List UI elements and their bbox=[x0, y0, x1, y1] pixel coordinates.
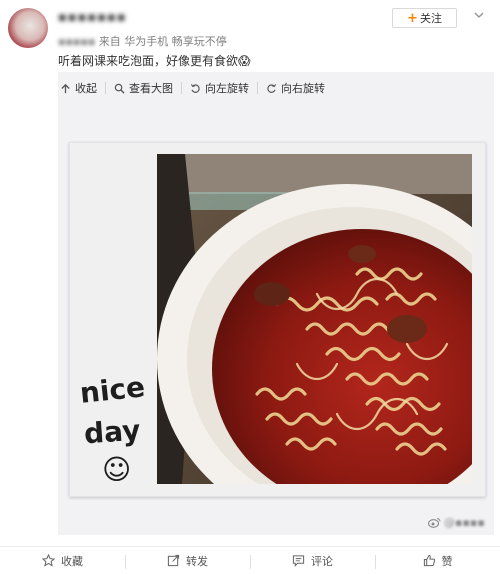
post-time: ▪▪▪▪▪ bbox=[58, 35, 96, 48]
chevron-down-icon[interactable] bbox=[472, 8, 486, 22]
noodle-bowl-image bbox=[157, 154, 472, 484]
media-toolbar: 收起 查看大图 向左旋转 向右旋转 bbox=[58, 80, 333, 96]
caption-nice: nice bbox=[78, 371, 146, 410]
rotate-left-label: 向左旋转 bbox=[205, 82, 249, 95]
repost-icon bbox=[167, 554, 180, 567]
comment-button[interactable]: 评论 bbox=[250, 553, 375, 569]
rotate-right-icon bbox=[267, 83, 277, 93]
collapse-button[interactable]: 收起 bbox=[58, 80, 105, 96]
rotate-right-button[interactable]: 向右旋转 bbox=[258, 80, 333, 96]
thumbs-up-icon bbox=[423, 554, 435, 567]
post-text: 听着网课来吃泡面，好像更有食欲😱 bbox=[58, 54, 251, 68]
media-panel: 收起 查看大图 向左旋转 向右旋转 nice day ☺ @▪▪▪▪ bbox=[58, 72, 494, 535]
caption-day: day bbox=[83, 413, 141, 450]
post-source[interactable]: 来自 华为手机 畅享玩不停 bbox=[99, 35, 227, 48]
comment-label: 评论 bbox=[311, 554, 333, 568]
zoom-icon bbox=[114, 83, 125, 94]
post-meta: ▪▪▪▪▪ 来自 华为手机 畅享玩不停 bbox=[58, 33, 227, 49]
rotate-right-label: 向右旋转 bbox=[281, 82, 325, 95]
star-icon bbox=[42, 554, 55, 567]
favorite-button[interactable]: 收藏 bbox=[0, 553, 125, 569]
watermark-text: @▪▪▪▪ bbox=[444, 516, 485, 529]
plus-icon: + bbox=[407, 10, 418, 26]
repost-button[interactable]: 转发 bbox=[125, 553, 250, 569]
like-button[interactable]: 赞 bbox=[375, 553, 500, 569]
weibo-icon bbox=[428, 518, 441, 528]
collapse-label: 收起 bbox=[75, 82, 97, 95]
comment-icon bbox=[292, 555, 305, 567]
repost-label: 转发 bbox=[186, 554, 208, 568]
caption-art: nice day ☺ bbox=[78, 370, 146, 486]
action-bar: 收藏 转发 评论 赞 bbox=[0, 546, 500, 574]
like-label: 赞 bbox=[441, 554, 453, 568]
follow-label: 关注 bbox=[419, 12, 442, 25]
rotate-left-icon bbox=[190, 83, 200, 93]
rotate-left-button[interactable]: 向左旋转 bbox=[182, 80, 257, 96]
avatar[interactable] bbox=[8, 8, 48, 48]
collapse-icon bbox=[61, 83, 70, 93]
watermark: @▪▪▪▪ bbox=[428, 516, 485, 529]
photo-card[interactable]: nice day ☺ bbox=[69, 142, 486, 497]
username[interactable]: ▪▪▪▪▪▪▪ bbox=[58, 10, 127, 25]
favorite-label: 收藏 bbox=[61, 554, 83, 568]
view-large-label: 查看大图 bbox=[129, 82, 173, 95]
noodle-photo[interactable] bbox=[157, 154, 472, 484]
handwritten-caption: nice day ☺ bbox=[78, 370, 163, 491]
view-large-button[interactable]: 查看大图 bbox=[106, 80, 181, 96]
smiley-icon: ☺ bbox=[102, 453, 131, 486]
follow-button[interactable]: + 关注 bbox=[392, 8, 457, 28]
